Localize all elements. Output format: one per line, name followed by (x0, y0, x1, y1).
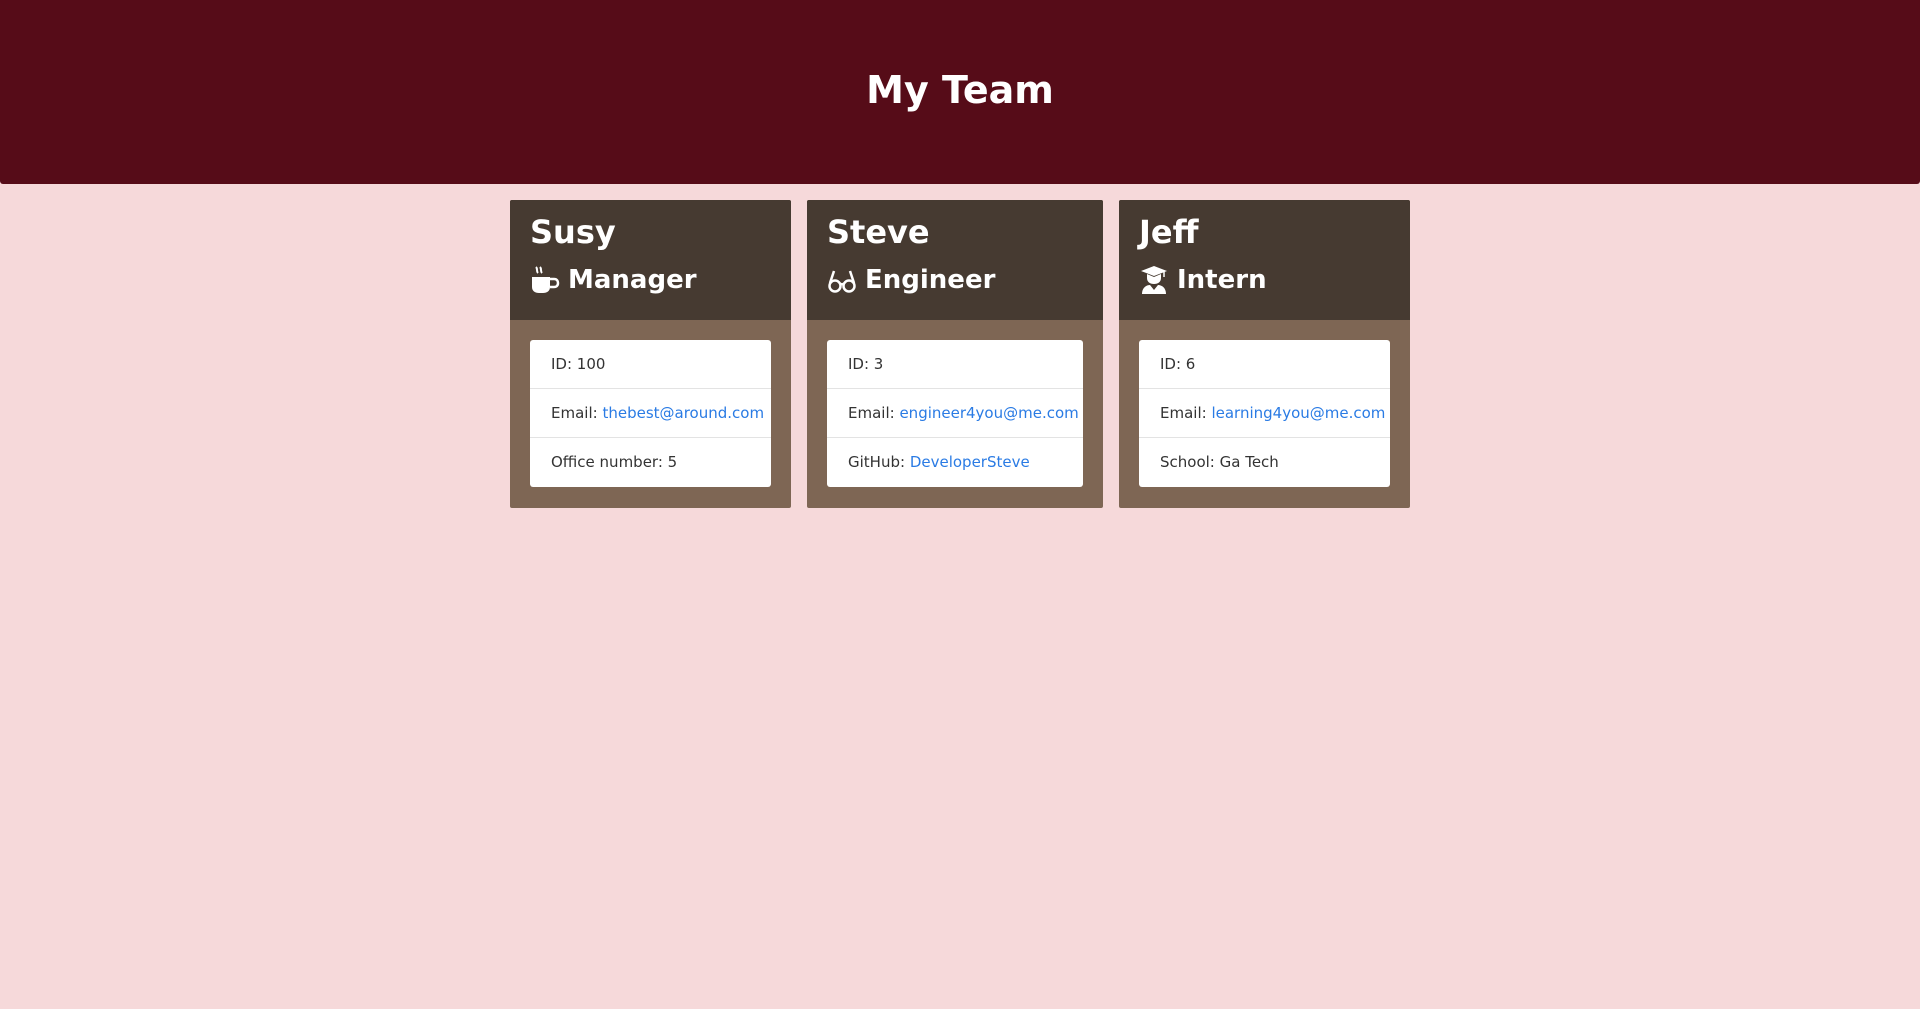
row-label: ID: (1160, 355, 1186, 373)
email-link[interactable]: thebest@around.com (602, 404, 764, 422)
office-number-value: 5 (667, 453, 678, 471)
row-label: GitHub: (848, 453, 910, 471)
row-label: ID: (551, 355, 577, 373)
email-row: Email: learning4you@me.com (1139, 389, 1390, 438)
employee-details: ID: 3 Email: engineer4you@me.com GitHub:… (827, 340, 1083, 487)
school-value: Ga Tech (1219, 453, 1279, 471)
employee-role: Manager (530, 260, 697, 300)
card-header: Steve Engineer (807, 200, 1103, 320)
office-number-row: Office number: 5 (530, 438, 771, 486)
row-label: Email: (1160, 404, 1212, 422)
row-label: Office number: (551, 453, 668, 471)
row-label: School: (1160, 453, 1220, 471)
email-row: Email: thebest@around.com (530, 389, 771, 438)
card-header: Susy Manager (510, 200, 791, 320)
id-row: ID: 100 (530, 340, 771, 389)
id-value: 6 (1185, 355, 1196, 373)
id-row: ID: 6 (1139, 340, 1390, 389)
row-label: Email: (848, 404, 900, 422)
graduate-icon (1139, 265, 1169, 295)
role-label: Manager (568, 265, 697, 295)
school-row: School: Ga Tech (1139, 438, 1390, 486)
id-value: 3 (873, 355, 884, 373)
employee-role: Engineer (827, 260, 995, 300)
employee-card-manager: Susy Manager ID: 100 Email: thebest@arou… (510, 200, 791, 508)
github-row: GitHub: DeveloperSteve (827, 438, 1083, 486)
card-header: Jeff Intern (1119, 200, 1410, 320)
employee-details: ID: 100 Email: thebest@around.com Office… (530, 340, 771, 487)
employee-name: Steve (827, 213, 930, 251)
email-link[interactable]: engineer4you@me.com (899, 404, 1078, 422)
employee-card-intern: Jeff Intern ID: 6 Email: learning4you@me… (1119, 200, 1410, 508)
email-link[interactable]: learning4you@me.com (1211, 404, 1385, 422)
coffee-icon (530, 265, 560, 295)
row-label: ID: (848, 355, 874, 373)
employee-name: Susy (530, 213, 616, 251)
employee-details: ID: 6 Email: learning4you@me.com School:… (1139, 340, 1390, 487)
employee-name: Jeff (1139, 213, 1199, 251)
github-link[interactable]: DeveloperSteve (910, 453, 1030, 471)
page-title: My Team (866, 68, 1054, 112)
email-row: Email: engineer4you@me.com (827, 389, 1083, 438)
role-label: Engineer (865, 265, 996, 295)
page-header: My Team (0, 0, 1920, 184)
employee-role: Intern (1139, 260, 1267, 300)
row-label: Email: (551, 404, 603, 422)
id-row: ID: 3 (827, 340, 1083, 389)
role-label: Intern (1177, 265, 1267, 295)
id-value: 100 (576, 355, 606, 373)
glasses-icon (827, 265, 857, 295)
employee-card-engineer: Steve Engineer ID: 3 Email: engineer4you… (807, 200, 1103, 508)
